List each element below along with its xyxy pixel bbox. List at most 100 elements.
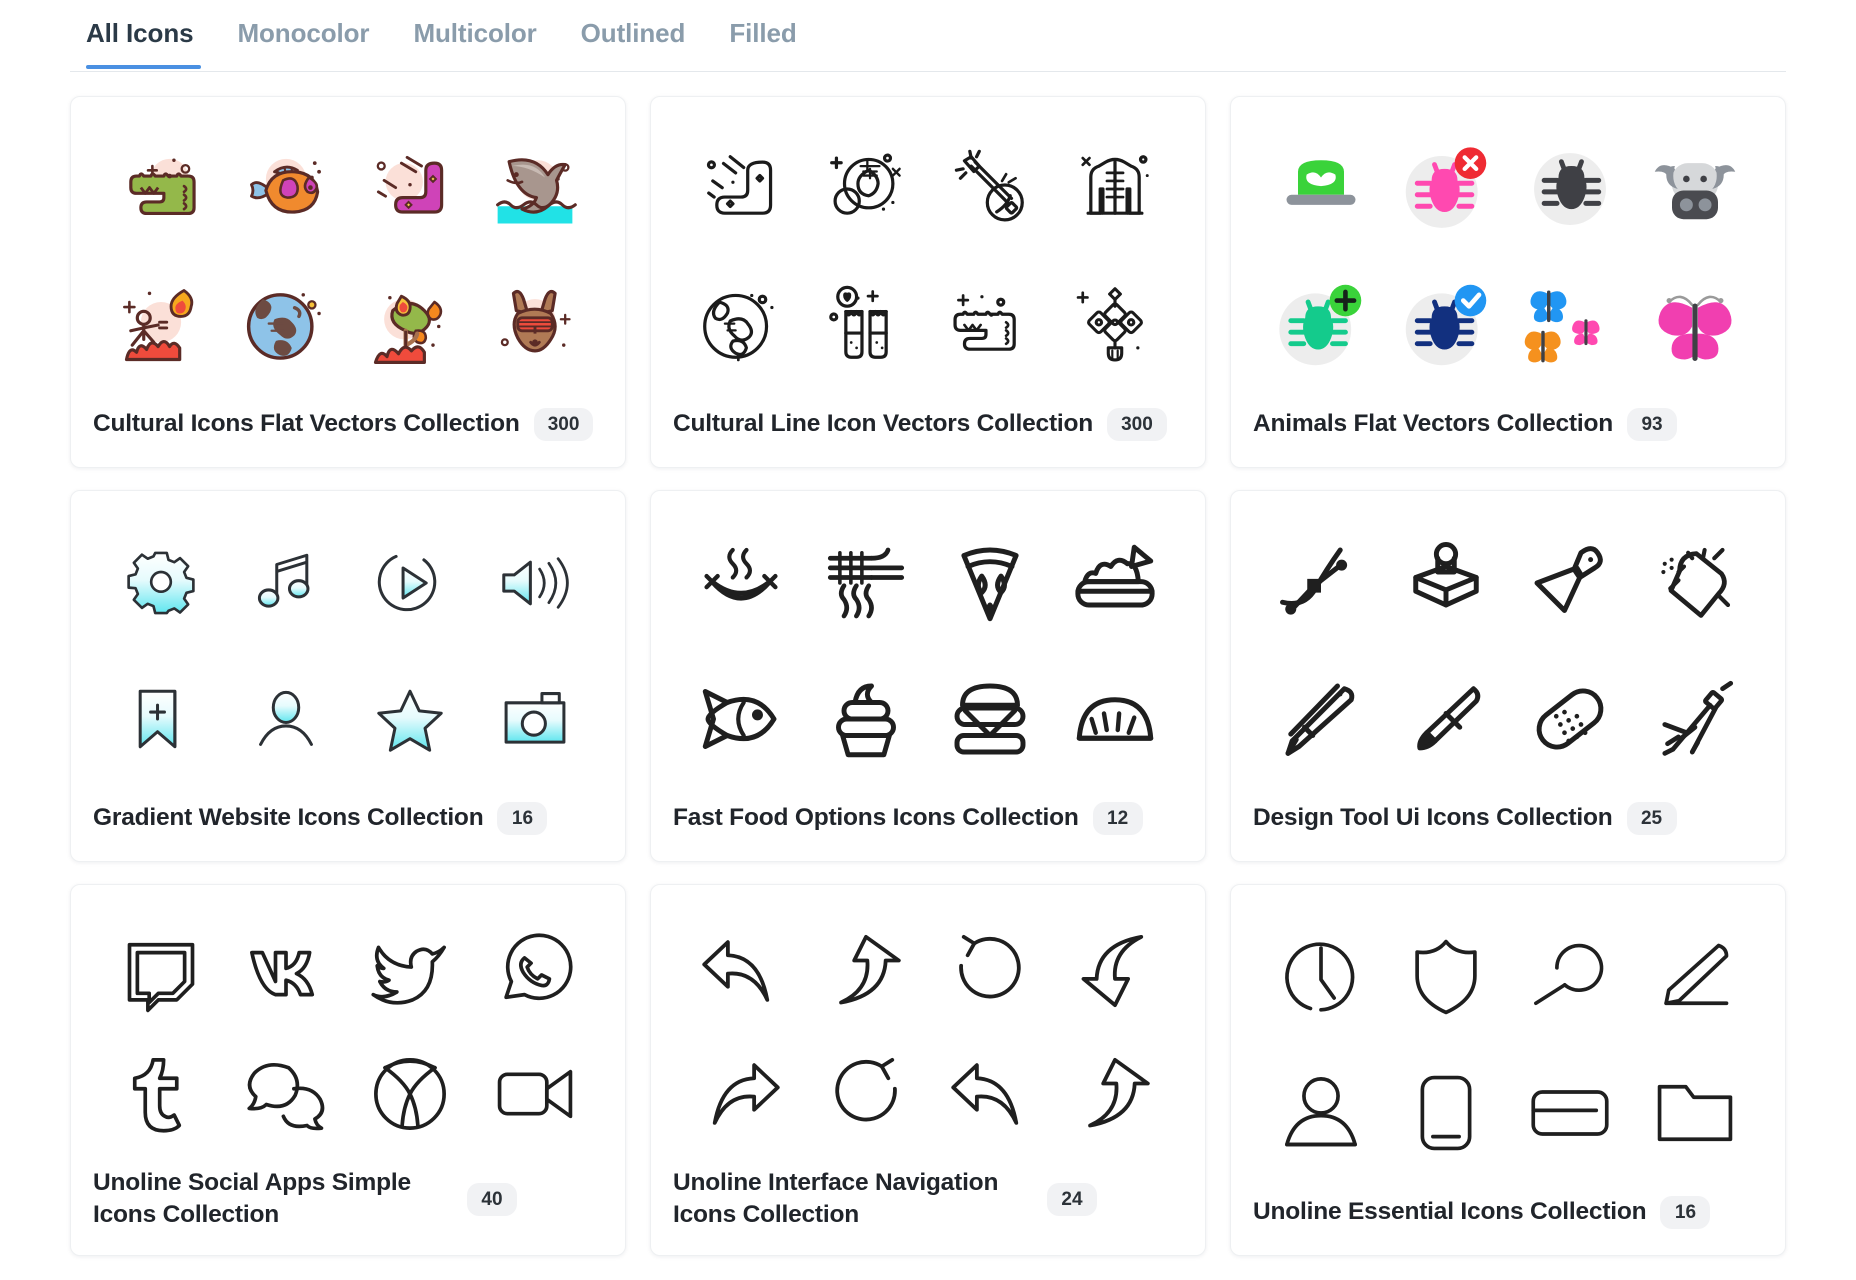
card-footer: Fast Food Options Icons Collection 12 [673, 783, 1183, 861]
star-icon[interactable] [358, 667, 462, 771]
bull-head-icon[interactable] [1643, 137, 1747, 241]
collection-card-animals-flat[interactable]: Animals Flat Vectors Collection 93 [1230, 96, 1786, 468]
dolphin-icon[interactable] [483, 137, 587, 241]
compass-tool-icon[interactable] [1643, 667, 1747, 771]
clock-icon[interactable] [1269, 925, 1373, 1029]
fire-dancer-icon[interactable] [109, 273, 213, 377]
crocodile-icon[interactable] [109, 137, 213, 241]
collection-card-social-apps[interactable]: Unoline Social Apps Simple Icons Collect… [70, 884, 626, 1256]
collection-card-cultural-line[interactable]: Cultural Line Icon Vectors Collection 30… [650, 96, 1206, 468]
scraper-tool-icon[interactable] [1518, 531, 1622, 635]
share-up-arrow-2-icon[interactable] [1063, 1042, 1167, 1146]
kangaroo-icon[interactable] [483, 273, 587, 377]
card-footer: Unoline Social Apps Simple Icons Collect… [93, 1151, 603, 1255]
undo-arrow-icon[interactable] [938, 919, 1042, 1023]
chinese-knot-icon[interactable] [1063, 273, 1167, 377]
video-camera-icon[interactable] [483, 1042, 587, 1146]
rice-bowl-icon[interactable] [1063, 531, 1167, 635]
pizza-slice-icon[interactable] [938, 531, 1042, 635]
globe-australia-icon[interactable] [234, 273, 338, 377]
twitter-icon[interactable] [358, 919, 462, 1023]
bookmark-add-icon[interactable] [109, 667, 213, 771]
reply-left-arrow-icon[interactable] [689, 919, 793, 1023]
pink-butterfly-icon[interactable] [1643, 273, 1747, 377]
ice-cream-cup-icon[interactable] [814, 667, 918, 771]
download-curve-arrow-icon[interactable] [1063, 919, 1167, 1023]
forward-right-arrow-icon[interactable] [689, 1042, 793, 1146]
tab-monocolor[interactable]: Monocolor [215, 0, 391, 69]
dark-bug-icon[interactable] [1518, 137, 1622, 241]
green-bug-add-icon[interactable] [1269, 273, 1373, 377]
gear-icon[interactable] [109, 531, 213, 635]
pen-tool-icon[interactable] [1269, 667, 1373, 771]
collection-card-gradient-website[interactable]: Gradient Website Icons Collection 16 [70, 490, 626, 862]
icon-count-badge: 12 [1092, 801, 1143, 835]
tab-multicolor[interactable]: Multicolor [391, 0, 558, 69]
collection-card-fast-food[interactable]: Fast Food Options Icons Collection 12 [650, 490, 1206, 862]
mandarin-jacket-icon[interactable] [1063, 137, 1167, 241]
icon-count-badge: 300 [533, 407, 594, 441]
card-footer: Unoline Essential Icons Collection 16 [1253, 1177, 1763, 1255]
redo-arrow-icon[interactable] [814, 1042, 918, 1146]
fish-icon[interactable] [689, 667, 793, 771]
icon-preview-grid [1253, 907, 1763, 1177]
spray-can-icon[interactable] [1643, 531, 1747, 635]
bezier-curve-icon[interactable] [1269, 531, 1373, 635]
tropical-fish-icon[interactable] [234, 137, 338, 241]
collection-card-design-tool[interactable]: Design Tool Ui Icons Collection 25 [1230, 490, 1786, 862]
tab-outlined[interactable]: Outlined [559, 0, 708, 69]
dumpling-icon[interactable] [1063, 667, 1167, 771]
collection-title: Design Tool Ui Icons Collection [1253, 804, 1613, 832]
shield-icon[interactable] [1394, 925, 1498, 1029]
whatsapp-icon[interactable] [483, 919, 587, 1023]
icon-preview-grid [1253, 513, 1763, 783]
crocodile-line-icon[interactable] [938, 273, 1042, 377]
tab-filled[interactable]: Filled [707, 0, 818, 69]
boomerang-line-icon[interactable] [689, 137, 793, 241]
blue-bug-check-icon[interactable] [1394, 273, 1498, 377]
icon-collection-grid: Cultural Icons Flat Vectors Collection 3… [0, 72, 1856, 1256]
folder-icon[interactable] [1643, 1061, 1747, 1165]
icon-count-badge: 16 [497, 801, 548, 835]
mobile-phone-icon[interactable] [1394, 1061, 1498, 1165]
vk-icon[interactable] [234, 919, 338, 1023]
twitch-icon[interactable] [109, 919, 213, 1023]
stamp-tool-icon[interactable] [1394, 531, 1498, 635]
tab-label: Monocolor [237, 18, 370, 48]
user-avatar-icon[interactable] [234, 667, 338, 771]
credit-card-icon[interactable] [1518, 1061, 1622, 1165]
reply-left-arrow-2-icon[interactable] [938, 1042, 1042, 1146]
sausage-icon[interactable] [689, 531, 793, 635]
chat-bubbles-icon[interactable] [234, 1042, 338, 1146]
search-icon[interactable] [1518, 925, 1622, 1029]
camera-icon[interactable] [483, 667, 587, 771]
collection-card-cultural-flat[interactable]: Cultural Icons Flat Vectors Collection 3… [70, 96, 626, 468]
user-icon[interactable] [1269, 1061, 1373, 1165]
eraser-icon[interactable] [1518, 667, 1622, 771]
chinese-coin-icon[interactable] [814, 137, 918, 241]
pencil-edit-icon[interactable] [1643, 925, 1747, 1029]
burger-icon[interactable] [938, 667, 1042, 771]
boomerang-icon[interactable] [358, 137, 462, 241]
three-butterflies-icon[interactable] [1518, 273, 1622, 377]
marker-pen-icon[interactable] [1394, 667, 1498, 771]
share-up-arrow-icon[interactable] [814, 919, 918, 1023]
beer-glasses-icon[interactable] [814, 273, 918, 377]
pink-bug-error-icon[interactable] [1394, 137, 1498, 241]
tab-all-icons[interactable]: All Icons [70, 0, 215, 69]
tumblr-icon[interactable] [109, 1042, 213, 1146]
speaker-volume-icon[interactable] [483, 531, 587, 635]
collection-card-essential[interactable]: Unoline Essential Icons Collection 16 [1230, 884, 1786, 1256]
play-circle-icon[interactable] [358, 531, 462, 635]
collection-card-interface-navigation[interactable]: Unoline Interface Navigation Icons Colle… [650, 884, 1206, 1256]
icon-count-badge: 300 [1107, 407, 1167, 441]
banjo-icon[interactable] [938, 137, 1042, 241]
globe-line-icon[interactable] [689, 273, 793, 377]
burning-tree-icon[interactable] [358, 273, 462, 377]
xbox-icon[interactable] [358, 1042, 462, 1146]
music-note-icon[interactable] [234, 531, 338, 635]
noodles-fork-icon[interactable] [814, 531, 918, 635]
icon-preview-grid [93, 907, 603, 1151]
icon-preview-grid [673, 907, 1183, 1151]
green-beetle-shell-icon[interactable] [1269, 137, 1373, 241]
